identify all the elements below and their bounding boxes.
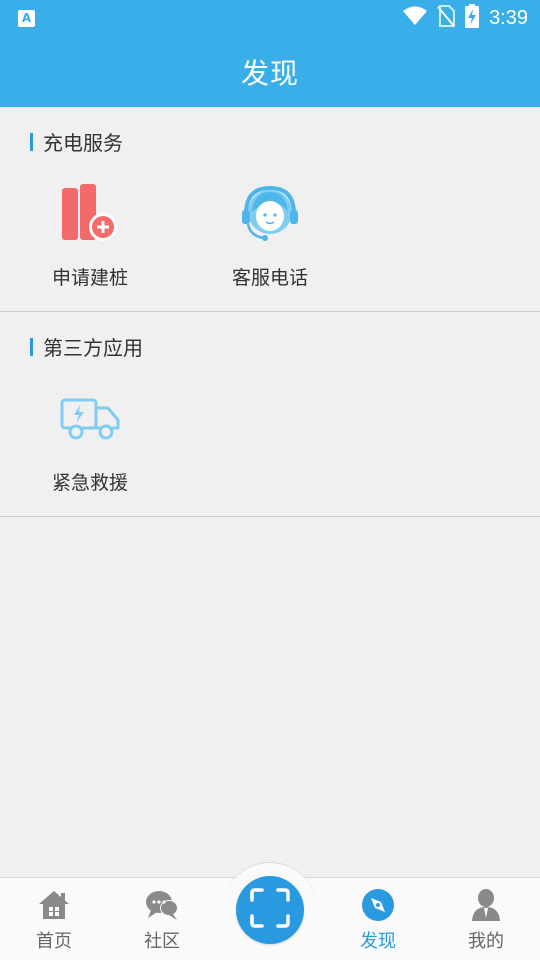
status-right: 3:39 <box>403 4 528 32</box>
section-charging-service: 充电服务 申请建桩 客服电话 <box>0 107 540 312</box>
item-label: 申请建桩 <box>51 267 128 289</box>
page-title: 发现 <box>240 56 299 90</box>
wifi-icon <box>403 6 428 30</box>
section-title: 充电服务 <box>43 131 123 155</box>
status-left: A <box>18 9 35 27</box>
scan-icon <box>249 887 291 933</box>
customer-service-button[interactable]: 客服电话 <box>210 177 330 290</box>
item-label: 紧急救援 <box>51 472 128 494</box>
user-icon <box>471 888 501 922</box>
section-header: 第三方应用 <box>30 332 143 361</box>
section-accent-bar <box>30 337 33 356</box>
compass-icon <box>361 888 395 922</box>
notification-badge: A <box>18 9 35 27</box>
tab-label: 发现 <box>360 931 396 952</box>
section-accent-bar <box>30 132 33 151</box>
tab-profile[interactable]: 我的 <box>432 878 540 960</box>
home-icon <box>37 888 71 922</box>
tab-label: 社区 <box>144 931 180 952</box>
tab-community[interactable]: 社区 <box>108 878 216 960</box>
customer-service-headset-icon <box>210 177 330 251</box>
apply-charging-pile-icon <box>30 177 150 251</box>
section-header: 充电服务 <box>30 127 123 156</box>
status-bar: A 3:39 <box>0 0 540 36</box>
title-bar: 发现 <box>0 36 540 107</box>
section-title: 第三方应用 <box>43 336 143 360</box>
battery-charging-icon <box>465 4 480 32</box>
scan-button[interactable] <box>236 876 304 944</box>
emergency-rescue-button[interactable]: 紧急救援 <box>30 382 150 495</box>
rescue-truck-icon <box>30 382 150 456</box>
chat-bubbles-icon <box>145 888 179 922</box>
status-time: 3:39 <box>489 6 528 29</box>
tab-label: 我的 <box>468 931 504 952</box>
tab-discover[interactable]: 发现 <box>324 878 432 960</box>
apply-charging-pile-button[interactable]: 申请建桩 <box>30 177 150 290</box>
no-sim-icon <box>437 5 456 31</box>
item-label: 客服电话 <box>231 267 308 289</box>
section-third-party-apps: 第三方应用 紧急救援 <box>0 312 540 517</box>
tab-label: 首页 <box>36 931 72 952</box>
tab-home[interactable]: 首页 <box>0 878 108 960</box>
